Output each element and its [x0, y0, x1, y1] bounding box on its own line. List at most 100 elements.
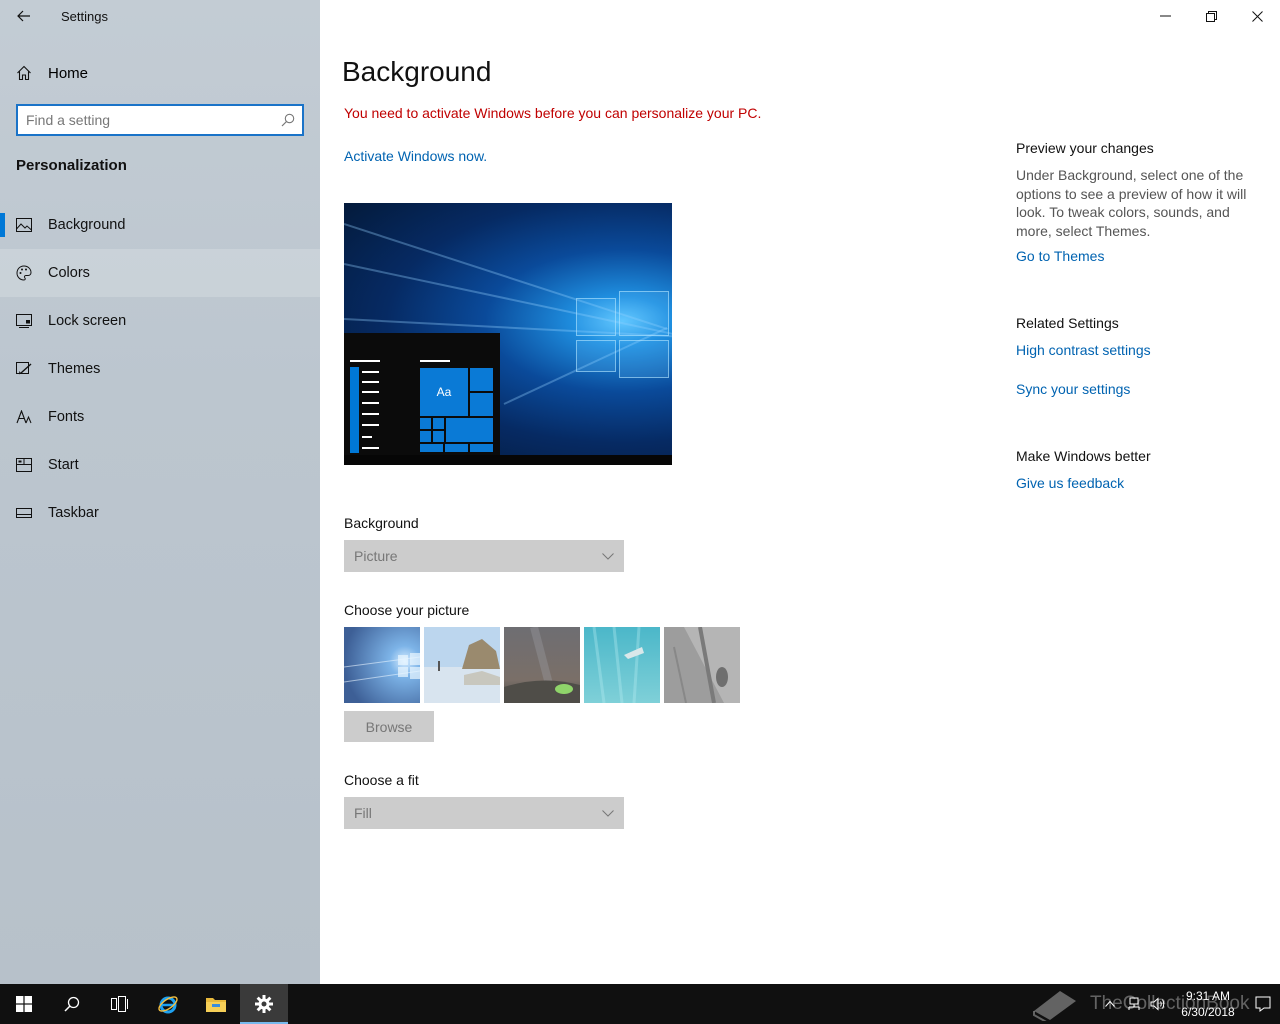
page-title: Background	[342, 56, 492, 87]
preview-tile	[419, 417, 432, 430]
action-center-button[interactable]	[1246, 984, 1280, 1024]
menu-line	[362, 381, 379, 383]
menu-line	[362, 413, 379, 415]
fit-dropdown[interactable]: Fill	[344, 797, 624, 829]
background-dropdown[interactable]: Picture	[344, 540, 624, 572]
preview-tile	[469, 443, 494, 453]
sidebar-item-background[interactable]: Background	[0, 201, 320, 249]
picture-thumbnail[interactable]	[664, 627, 740, 703]
volume-button[interactable]	[1146, 984, 1170, 1024]
sidebar-home[interactable]: Home	[0, 54, 320, 92]
sidebar-item-fonts[interactable]: Fonts	[0, 393, 320, 441]
preview-description: Under Background, select one of the opti…	[1016, 167, 1247, 239]
minimize-button[interactable]	[1142, 0, 1188, 32]
sidebar-item-taskbar[interactable]: Taskbar	[0, 489, 320, 537]
windows-logo-pane	[619, 291, 669, 336]
menu-line	[350, 360, 380, 362]
close-icon	[1251, 10, 1263, 22]
sidebar-nav: Background Colors Lock screen Themes Fon…	[0, 201, 320, 537]
back-arrow-icon	[17, 10, 30, 22]
taskbar-icon	[0, 508, 48, 518]
windows-logo-pane	[576, 340, 616, 372]
minimize-icon	[1159, 15, 1171, 17]
task-view-button[interactable]	[96, 984, 144, 1024]
search-box[interactable]	[16, 104, 304, 136]
picture-thumbnail[interactable]	[424, 627, 500, 703]
search-icon	[64, 996, 80, 1012]
feedback-heading: Make Windows better	[1016, 448, 1151, 464]
sidebar-item-themes[interactable]: Themes	[0, 345, 320, 393]
sidebar-item-label: Lock screen	[48, 313, 127, 329]
show-hidden-icons-button[interactable]	[1098, 984, 1122, 1024]
background-label: Background	[344, 515, 419, 531]
section-title: Personalization	[16, 157, 127, 174]
gear-icon	[255, 995, 273, 1013]
lock-screen-icon	[0, 314, 48, 328]
picture-thumbnail[interactable]	[504, 627, 580, 703]
give-feedback-link[interactable]: Give us feedback	[1016, 475, 1124, 491]
notification-icon	[1255, 996, 1271, 1012]
choose-picture-label: Choose your picture	[344, 602, 470, 618]
back-button[interactable]	[0, 0, 48, 32]
preview-tile	[469, 367, 494, 392]
sidebar-item-label: Themes	[48, 361, 101, 377]
menu-line	[362, 371, 379, 373]
home-label: Home	[48, 64, 89, 82]
file-explorer-button[interactable]	[192, 984, 240, 1024]
menu-line	[362, 402, 379, 404]
related-settings-heading: Related Settings	[1016, 315, 1119, 331]
close-button[interactable]	[1234, 0, 1280, 32]
start-icon	[0, 458, 48, 472]
settings-taskbar-button[interactable]	[240, 984, 288, 1024]
app-title: Settings	[61, 8, 108, 24]
picture-thumbnails	[344, 627, 740, 703]
chevron-down-icon	[602, 809, 614, 817]
preview-tile	[419, 430, 432, 443]
menu-line	[362, 424, 379, 426]
internet-explorer-button[interactable]	[144, 984, 192, 1024]
clock-time: 9:31 AM	[1185, 989, 1231, 1003]
fit-dropdown-value: Fill	[354, 805, 372, 821]
app-icons-column	[350, 367, 359, 453]
sidebar-item-label: Colors	[48, 265, 90, 281]
restore-button[interactable]	[1188, 0, 1234, 32]
preview-tile-text: Aa	[436, 385, 452, 399]
start-button[interactable]	[0, 984, 48, 1024]
sidebar-item-label: Start	[48, 457, 79, 473]
task-view-icon	[111, 996, 128, 1012]
book-icon	[1033, 991, 1076, 1021]
picture-thumbnail[interactable]	[344, 627, 420, 703]
taskbar-search-button[interactable]	[48, 984, 96, 1024]
taskbar: TheCollectionBook 9:31 AM 6/30/2018	[0, 984, 1280, 1024]
picture-thumbnail[interactable]	[584, 627, 660, 703]
sync-settings-link[interactable]: Sync your settings	[1016, 381, 1130, 397]
network-button[interactable]	[1122, 984, 1146, 1024]
preview-tile	[444, 443, 469, 453]
background-dropdown-value: Picture	[354, 548, 398, 564]
brush-icon	[0, 362, 48, 376]
system-tray: 9:31 AM 6/30/2018	[1098, 984, 1280, 1024]
high-contrast-link[interactable]: High contrast settings	[1016, 342, 1151, 358]
sidebar-item-start[interactable]: Start	[0, 441, 320, 489]
browse-button[interactable]: Browse	[344, 711, 434, 742]
windows-logo-pane	[576, 298, 616, 336]
home-icon	[0, 65, 48, 81]
font-icon	[0, 410, 48, 424]
preview-tile	[432, 430, 445, 443]
go-to-themes-link[interactable]: Go to Themes	[1016, 248, 1104, 264]
chevron-down-icon	[602, 552, 614, 560]
menu-line	[362, 391, 379, 393]
sidebar-item-colors[interactable]: Colors	[0, 249, 320, 297]
sidebar-item-lock-screen[interactable]: Lock screen	[0, 297, 320, 345]
search-icon[interactable]	[274, 113, 302, 127]
search-input[interactable]	[18, 112, 274, 128]
preview-tile	[419, 443, 444, 453]
preview-tile: Aa	[419, 367, 469, 417]
activate-windows-link[interactable]: Activate Windows now.	[344, 148, 487, 164]
sidebar: Settings Home Personalization Background…	[0, 0, 320, 984]
clock[interactable]: 9:31 AM 6/30/2018	[1170, 988, 1246, 1020]
preview-taskbar	[344, 455, 672, 465]
sidebar-item-label: Fonts	[48, 409, 85, 425]
menu-line	[362, 447, 379, 449]
preview-heading: Preview your changes	[1016, 140, 1154, 156]
